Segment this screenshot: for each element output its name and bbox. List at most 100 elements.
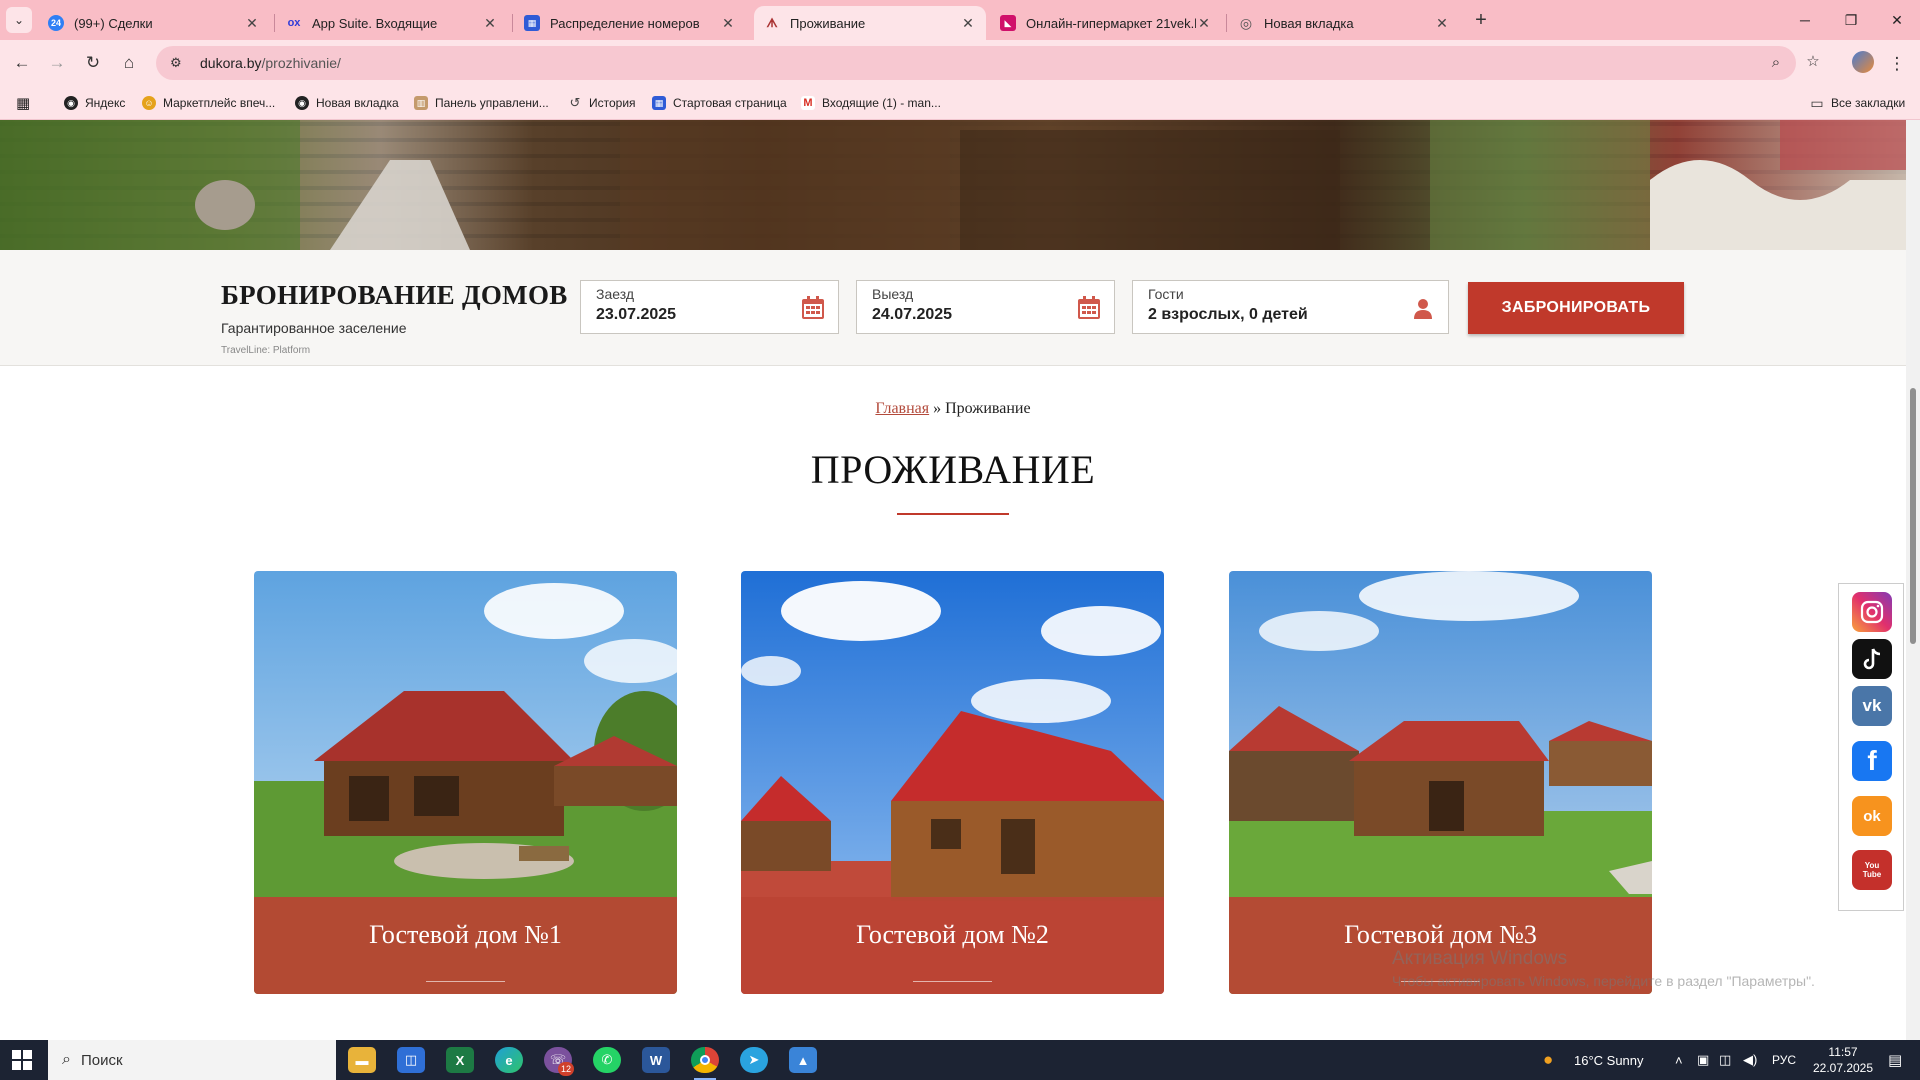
checkin-value: 23.07.2025 — [596, 306, 677, 323]
vk-icon[interactable]: vk — [1852, 686, 1892, 726]
reload-button[interactable]: ↻ — [80, 50, 106, 76]
meet-icon[interactable]: ▣ — [1697, 1040, 1709, 1080]
search-icon: ⌕ — [62, 1051, 71, 1068]
notifications-icon[interactable]: ▤ — [1888, 1040, 1902, 1080]
scrollbar-thumb[interactable] — [1910, 388, 1916, 644]
zoom-icon[interactable]: ⌕ — [1766, 54, 1786, 74]
tab-close-icon[interactable]: ✕ — [1434, 15, 1450, 32]
forward-button[interactable]: → — [44, 50, 70, 76]
bookmark-label: Стартовая страница — [673, 96, 787, 110]
card-title[interactable]: Гостевой дом №1 — [254, 920, 677, 950]
tab-close-icon[interactable]: ✕ — [720, 15, 736, 32]
close-window-button[interactable]: ✕ — [1874, 0, 1920, 40]
booking-provider[interactable]: TravelLine: Platform — [221, 345, 310, 356]
tray-chevron-icon[interactable]: ˄ — [1675, 1040, 1683, 1080]
tab-label: Онлайн-гипермаркет 21vek.by — [1026, 15, 1196, 31]
search-placeholder: Поиск — [80, 1051, 123, 1069]
network-icon[interactable]: ◫ — [1719, 1040, 1731, 1080]
bookmark-label: История — [589, 96, 636, 110]
checkout-field[interactable]: Выезд 24.07.2025 — [856, 280, 1115, 334]
file-explorer-icon[interactable]: ▬ — [348, 1047, 376, 1073]
checkin-field[interactable]: Заезд 23.07.2025 — [580, 280, 839, 334]
checkout-value: 24.07.2025 — [872, 306, 953, 323]
panel-icon: ▥ — [414, 96, 428, 110]
bookmark-marketplace[interactable]: ☺ Маркетплейс впеч... — [142, 94, 275, 112]
calendar-icon[interactable] — [800, 295, 826, 321]
tab-raspredelenie[interactable]: ▦ Распределение номеров ✕ — [514, 6, 746, 40]
apps-icon[interactable]: ▦ — [16, 94, 30, 112]
site-info-icon[interactable]: ⚙ — [170, 55, 186, 71]
tab-sdelki[interactable]: 24 (99+) Сделки ✕ — [38, 6, 270, 40]
volume-icon[interactable]: ◀) — [1743, 1040, 1757, 1080]
page-scrollbar[interactable] — [1906, 120, 1920, 1040]
tab-close-icon[interactable]: ✕ — [960, 15, 976, 32]
instagram-icon[interactable] — [1852, 592, 1892, 632]
url-text[interactable]: dukora.by/prozhivanie/ — [200, 55, 341, 71]
tab-close-icon[interactable]: ✕ — [1196, 15, 1212, 32]
bookmark-yandex[interactable]: ◉ Яндекс — [64, 94, 125, 112]
profile-avatar[interactable] — [1852, 51, 1874, 73]
windows-watermark-text: Чтобы активировать Windows, перейдите в … — [1392, 973, 1815, 989]
guest-house-card-3[interactable]: Гостевой дом №3 — [1229, 571, 1652, 994]
grid-icon: ▦ — [652, 96, 666, 110]
whatsapp-icon[interactable]: ✆ — [593, 1047, 621, 1073]
all-bookmarks[interactable]: ▭ Все закладки — [1810, 94, 1905, 112]
chrome-icon[interactable] — [691, 1047, 719, 1073]
youtube-icon[interactable]: You Tube — [1852, 850, 1892, 890]
bitrix24-icon: 24 — [48, 15, 64, 31]
tab-label: Распределение номеров — [550, 15, 700, 31]
bookmark-panel[interactable]: ▥ Панель управлени... — [414, 94, 549, 112]
caption-divider — [426, 981, 505, 982]
tab-search-dropdown[interactable]: ⌄ — [6, 7, 32, 33]
tab-close-icon[interactable]: ✕ — [482, 15, 498, 32]
back-button[interactable]: ← — [9, 50, 35, 76]
weather-icon[interactable]: ● — [1543, 1040, 1553, 1080]
address-bar[interactable]: ⚙ dukora.by/prozhivanie/ ⌕ — [156, 46, 1796, 80]
person-icon[interactable] — [1410, 295, 1436, 321]
telegram-icon[interactable]: ➤ — [740, 1047, 768, 1073]
word-icon[interactable]: W — [642, 1047, 670, 1073]
tab-app-suite[interactable]: ox App Suite. Входящие ✕ — [276, 6, 508, 40]
clock[interactable]: 11:57 22.07.2025 — [1808, 1044, 1878, 1076]
new-tab-button[interactable]: + — [1468, 7, 1494, 33]
language-indicator[interactable]: РУС — [1772, 1040, 1796, 1080]
caption-divider — [913, 981, 992, 982]
bookmark-start-page[interactable]: ▦ Стартовая страница — [652, 94, 787, 112]
tab-21vek[interactable]: ◣ Онлайн-гипермаркет 21vek.by ✕ — [990, 6, 1222, 40]
weather-text[interactable]: 16°C Sunny — [1574, 1040, 1644, 1080]
tab-prozhivanie[interactable]: ᗑ Проживание ✕ — [754, 6, 986, 40]
bookmark-history[interactable]: ↺ История — [568, 94, 636, 112]
card-title[interactable]: Гостевой дом №3 — [1229, 920, 1652, 950]
tab-separator — [512, 14, 513, 32]
store-icon[interactable]: ◫ — [397, 1047, 425, 1073]
odnoklassniki-icon[interactable]: ok — [1852, 796, 1892, 836]
facebook-icon[interactable]: f — [1852, 741, 1892, 781]
tab-close-icon[interactable]: ✕ — [244, 15, 260, 32]
bookmark-star-icon[interactable]: ☆ — [1803, 52, 1823, 72]
taskbar: ⌕ Поиск ▬ ◫ X e ☏ 12 ✆ W ➤ ▲ ● 16°C Sunn… — [0, 1040, 1920, 1080]
bookmark-gmail[interactable]: M Входящие (1) - man... — [801, 94, 941, 112]
breadcrumb-home-link[interactable]: Главная — [875, 400, 929, 417]
guest-house-card-1[interactable]: Гостевой дом №1 — [254, 571, 677, 994]
guests-value: 2 взрослых, 0 детей — [1148, 306, 1308, 323]
card-title[interactable]: Гостевой дом №2 — [741, 920, 1164, 950]
tab-new-tab[interactable]: ◎ Новая вкладка ✕ — [1228, 6, 1460, 40]
photos-icon[interactable]: ▲ — [789, 1047, 817, 1073]
home-button[interactable]: ⌂ — [116, 50, 142, 76]
excel-icon[interactable]: X — [446, 1047, 474, 1073]
bookmark-new-tab[interactable]: ◉ Новая вкладка — [295, 94, 399, 112]
guests-field[interactable]: Гости 2 взрослых, 0 детей — [1132, 280, 1449, 334]
edge-icon[interactable]: e — [495, 1047, 523, 1073]
menu-icon[interactable]: ⋮ — [1884, 51, 1910, 77]
tiktok-icon[interactable] — [1852, 639, 1892, 679]
guest-house-card-2[interactable]: Гостевой дом №2 — [741, 571, 1164, 994]
windows-start-icon[interactable] — [12, 1050, 32, 1070]
calendar-icon[interactable] — [1076, 295, 1102, 321]
restore-button[interactable]: ❐ — [1828, 0, 1874, 40]
breadcrumb-separator: » — [933, 400, 942, 417]
minimize-button[interactable]: ─ — [1782, 0, 1828, 40]
book-button[interactable]: ЗАБРОНИРОВАТЬ — [1468, 282, 1684, 334]
taskbar-search[interactable]: ⌕ Поиск — [48, 1040, 336, 1080]
bookmark-label: Яндекс — [85, 96, 126, 110]
booking-subtitle: Гарантированное заселение — [221, 320, 407, 336]
